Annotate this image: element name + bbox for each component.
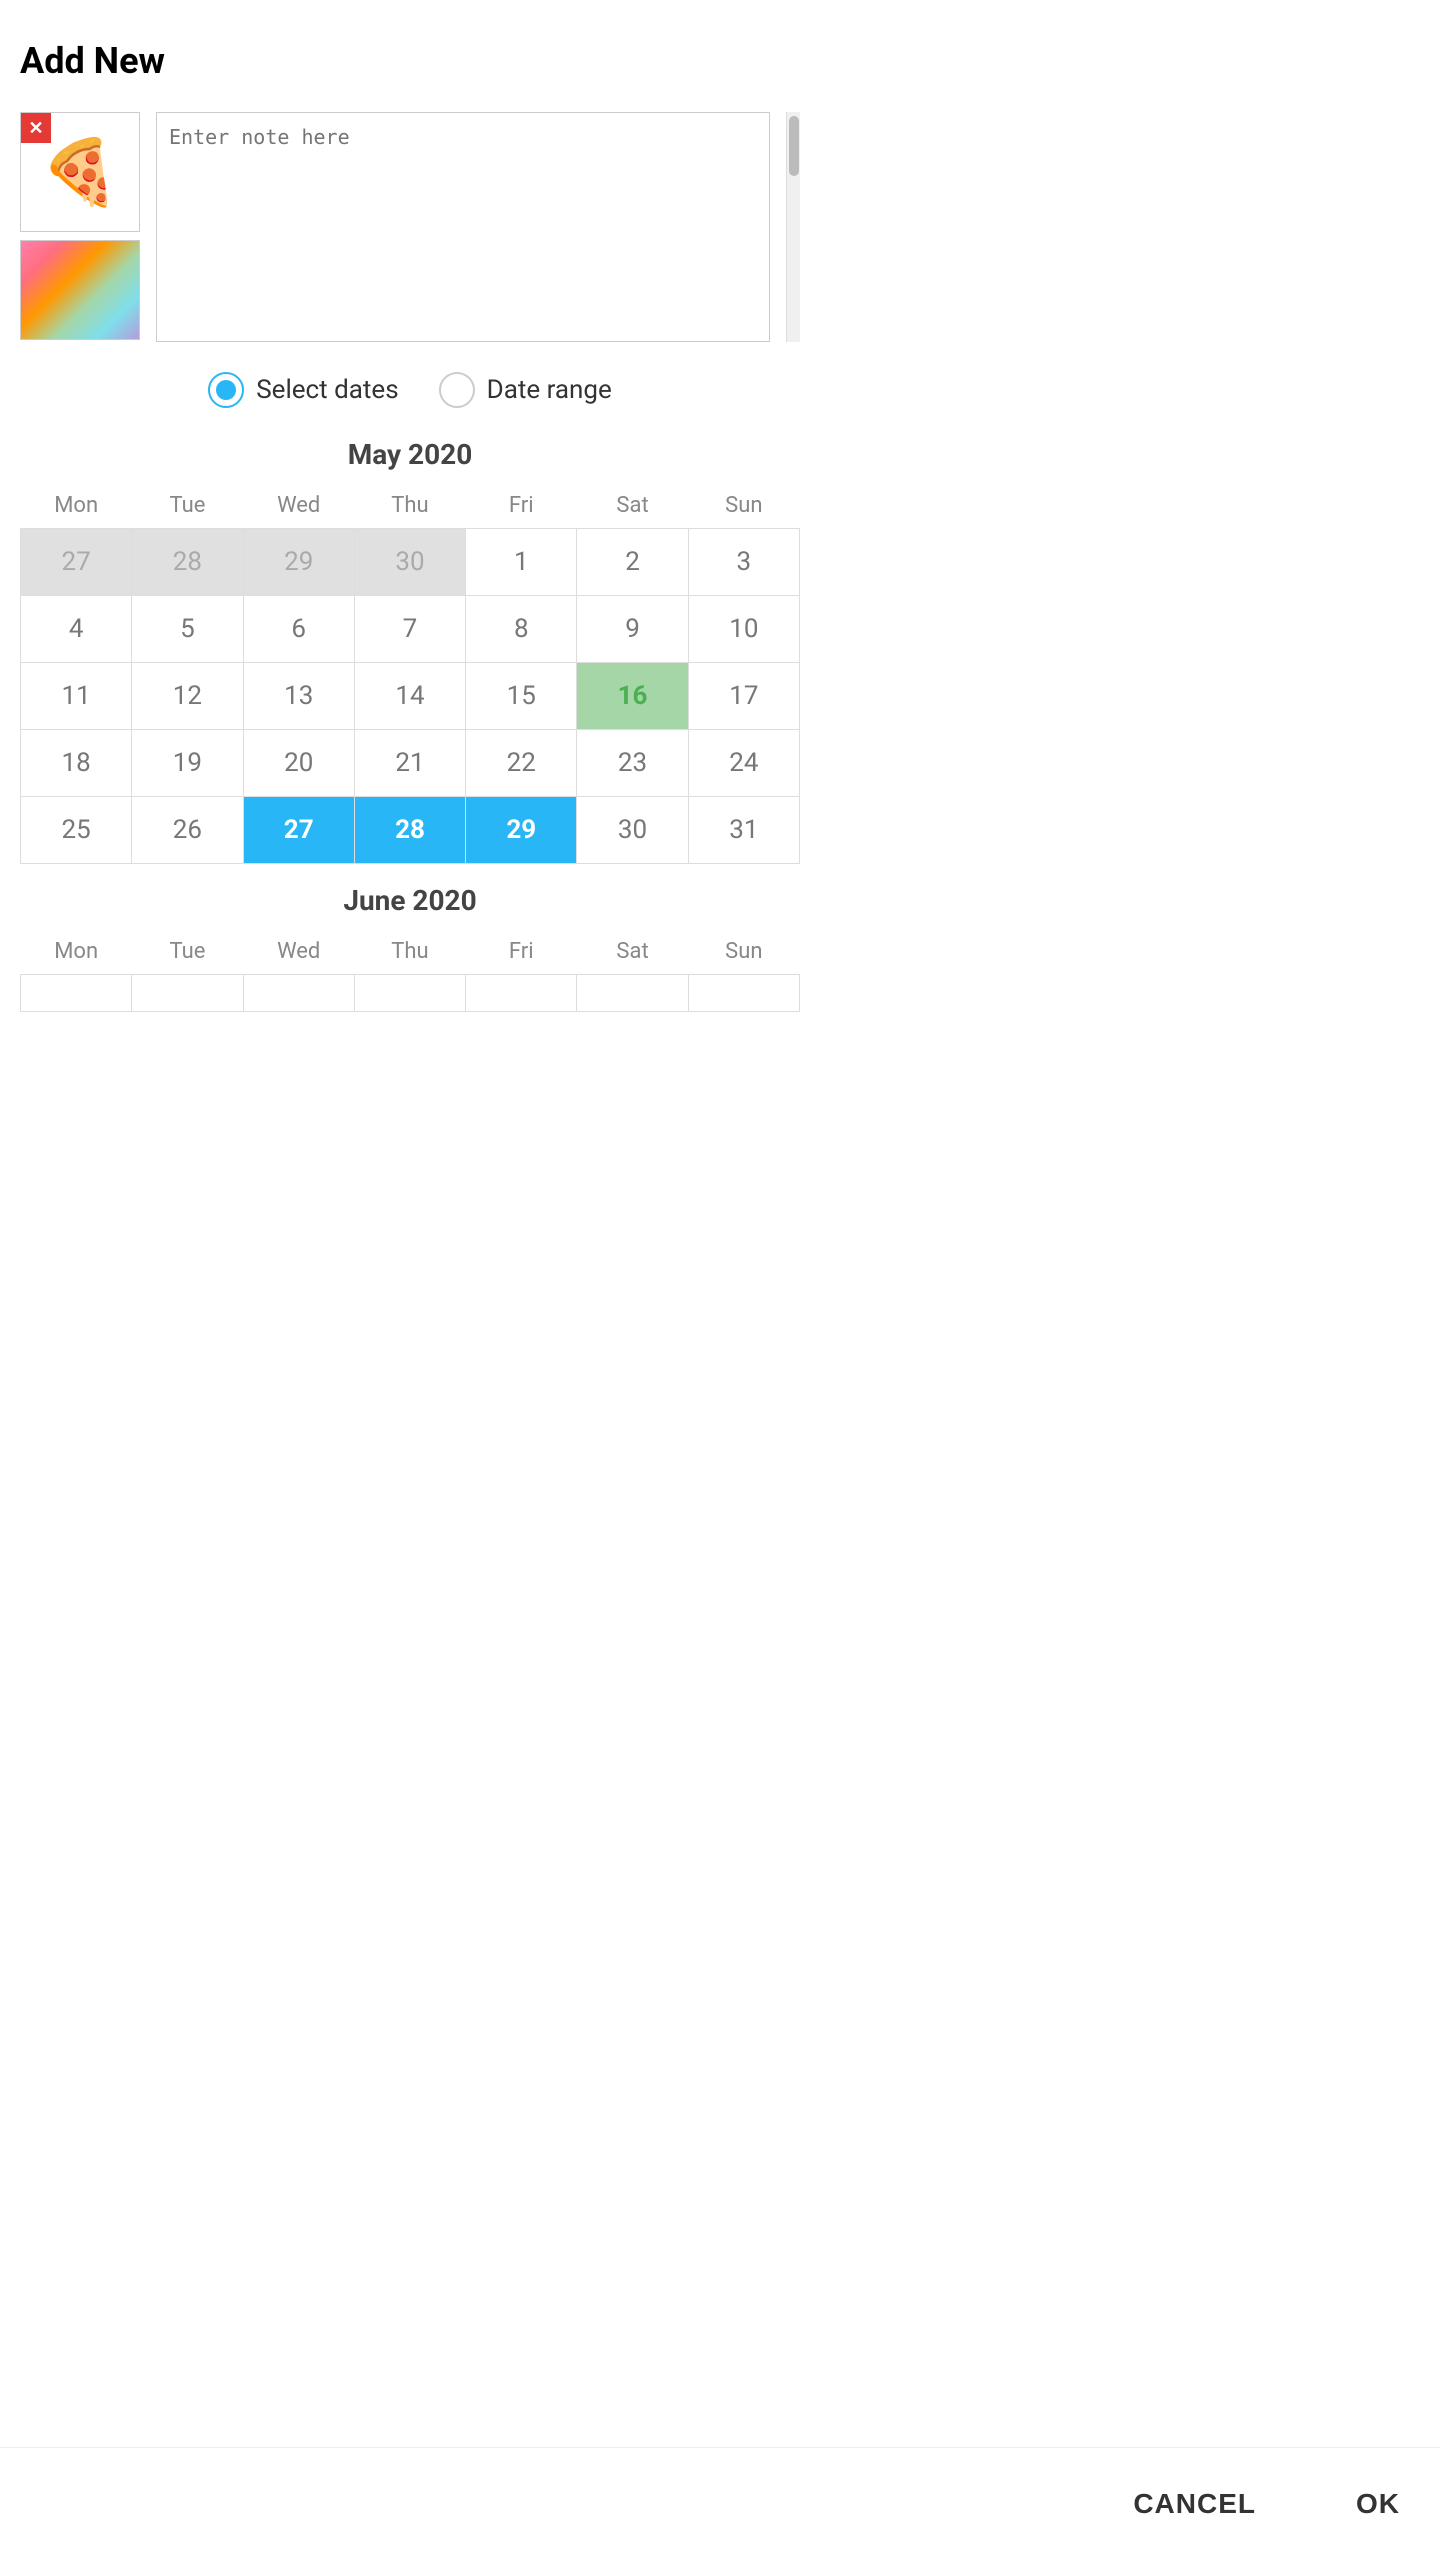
weekday-sun: Sun: [688, 929, 799, 975]
page-title: Add New: [20, 40, 800, 82]
table-row[interactable]: 16: [577, 663, 688, 730]
may-2020-title: May 2020: [20, 438, 800, 471]
table-row[interactable]: 28: [354, 797, 465, 864]
weekday-thu: Thu: [354, 483, 465, 529]
table-row[interactable]: [132, 975, 243, 1012]
may-week-row-5: 25262728293031: [21, 797, 800, 864]
calendar-june-2020: June 2020 Mon Tue Wed Thu Fri Sat Sun: [20, 884, 800, 1012]
table-row[interactable]: 3: [688, 529, 799, 596]
weekday-tue: Tue: [132, 929, 243, 975]
table-row[interactable]: [577, 975, 688, 1012]
pizza-icon: 🍕: [40, 135, 120, 210]
table-row[interactable]: 4: [21, 596, 132, 663]
table-row[interactable]: 28: [132, 529, 243, 596]
june-week-row-1: [21, 975, 800, 1012]
table-row[interactable]: 30: [354, 529, 465, 596]
weekday-wed: Wed: [243, 483, 354, 529]
may-week-row-1: 27282930123: [21, 529, 800, 596]
weekday-mon: Mon: [21, 483, 132, 529]
table-row[interactable]: 24: [688, 730, 799, 797]
table-row[interactable]: 11: [21, 663, 132, 730]
table-row[interactable]: 7: [354, 596, 465, 663]
radio-section: Select dates Date range: [20, 372, 800, 408]
table-row[interactable]: [354, 975, 465, 1012]
scrollbar-track[interactable]: [786, 112, 800, 342]
image-panel[interactable]: ✕ 🍕: [20, 112, 140, 232]
table-row[interactable]: 23: [577, 730, 688, 797]
table-row[interactable]: 26: [132, 797, 243, 864]
radio-select-dates[interactable]: Select dates: [208, 372, 398, 408]
table-row[interactable]: 22: [466, 730, 577, 797]
calendar-may-2020: May 2020 Mon Tue Wed Thu Fri Sat Sun 272…: [20, 438, 800, 864]
table-row[interactable]: 20: [243, 730, 354, 797]
weekday-mon: Mon: [21, 929, 132, 975]
table-row[interactable]: 18: [21, 730, 132, 797]
table-row[interactable]: 29: [466, 797, 577, 864]
table-row[interactable]: 27: [243, 797, 354, 864]
note-input[interactable]: [156, 112, 770, 342]
radio-circle-select-dates[interactable]: [208, 372, 244, 408]
ok-button[interactable]: OK: [1336, 2478, 1420, 2530]
table-row[interactable]: 29: [243, 529, 354, 596]
table-row[interactable]: 15: [466, 663, 577, 730]
left-panels: ✕ 🍕: [20, 112, 140, 340]
table-row[interactable]: 1: [466, 529, 577, 596]
cancel-button[interactable]: CANCEL: [1113, 2478, 1276, 2530]
table-row[interactable]: [466, 975, 577, 1012]
table-row[interactable]: 10: [688, 596, 799, 663]
table-row[interactable]: 14: [354, 663, 465, 730]
close-badge[interactable]: ✕: [21, 113, 51, 143]
table-row[interactable]: 9: [577, 596, 688, 663]
june-weekday-row: Mon Tue Wed Thu Fri Sat Sun: [21, 929, 800, 975]
radio-circle-date-range[interactable]: [439, 372, 475, 408]
may-week-row-3: 11121314151617: [21, 663, 800, 730]
table-row[interactable]: 25: [21, 797, 132, 864]
may-week-row-2: 45678910: [21, 596, 800, 663]
table-row[interactable]: 30: [577, 797, 688, 864]
weekday-sun: Sun: [688, 483, 799, 529]
top-section: ✕ 🍕: [20, 112, 800, 342]
weekday-fri: Fri: [466, 929, 577, 975]
table-row[interactable]: [21, 975, 132, 1012]
footer: CANCEL OK: [0, 2447, 1440, 2560]
table-row[interactable]: 2: [577, 529, 688, 596]
radio-label-select-dates: Select dates: [256, 375, 398, 405]
table-row[interactable]: 19: [132, 730, 243, 797]
radio-date-range[interactable]: Date range: [439, 372, 612, 408]
weekday-wed: Wed: [243, 929, 354, 975]
june-2020-title: June 2020: [20, 884, 800, 917]
color-panel[interactable]: [20, 240, 140, 340]
weekday-thu: Thu: [354, 929, 465, 975]
table-row[interactable]: [688, 975, 799, 1012]
table-row[interactable]: 27: [21, 529, 132, 596]
may-weekday-row: Mon Tue Wed Thu Fri Sat Sun: [21, 483, 800, 529]
table-row[interactable]: 21: [354, 730, 465, 797]
table-row[interactable]: 6: [243, 596, 354, 663]
radio-label-date-range: Date range: [487, 375, 612, 405]
may-2020-grid: Mon Tue Wed Thu Fri Sat Sun 272829301234…: [20, 483, 800, 864]
weekday-sat: Sat: [577, 483, 688, 529]
table-row[interactable]: 5: [132, 596, 243, 663]
scrollbar-thumb[interactable]: [789, 116, 799, 176]
weekday-tue: Tue: [132, 483, 243, 529]
weekday-sat: Sat: [577, 929, 688, 975]
table-row[interactable]: 12: [132, 663, 243, 730]
weekday-fri: Fri: [466, 483, 577, 529]
june-2020-grid: Mon Tue Wed Thu Fri Sat Sun: [20, 929, 800, 1012]
table-row[interactable]: [243, 975, 354, 1012]
table-row[interactable]: 31: [688, 797, 799, 864]
may-week-row-4: 18192021222324: [21, 730, 800, 797]
table-row[interactable]: 13: [243, 663, 354, 730]
table-row[interactable]: 17: [688, 663, 799, 730]
table-row[interactable]: 8: [466, 596, 577, 663]
